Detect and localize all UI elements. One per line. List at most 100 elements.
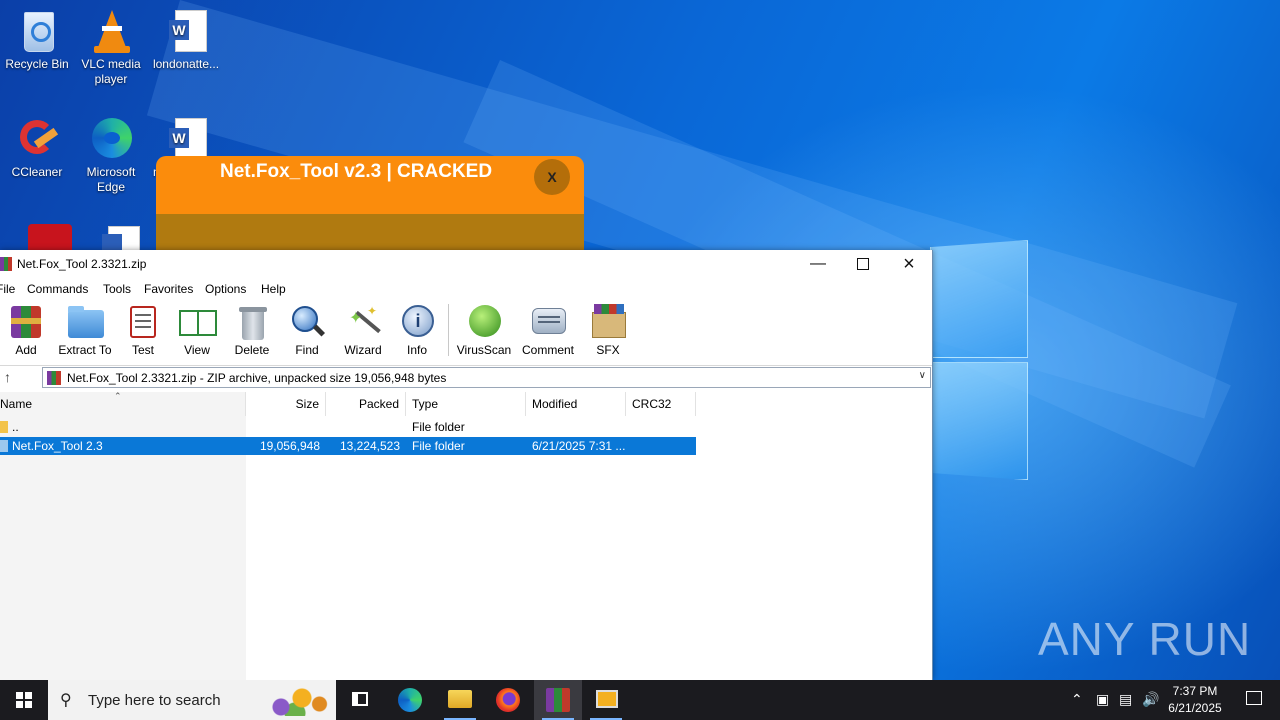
desktop-icon-recycle-bin[interactable]: Recycle Bin	[0, 8, 74, 72]
taskbar-clock[interactable]: 7:37 PM 6/21/2025	[1160, 683, 1230, 717]
column-header-size[interactable]: Size	[246, 392, 326, 416]
toolbar-label: VirusScan	[456, 343, 512, 357]
toolbar-label: Comment	[521, 343, 574, 357]
menu-commands[interactable]: Commands	[27, 282, 88, 296]
desktop-icon-vlc[interactable]: VLC media player	[74, 8, 148, 87]
notification-center-button[interactable]	[1232, 680, 1276, 720]
toolbar-label: Test	[131, 343, 154, 357]
column-header-modified[interactable]: Modified	[526, 392, 626, 416]
toolbar-comment-button[interactable]: Comment	[518, 302, 578, 357]
toolbar-virusscan-button[interactable]: VirusScan	[454, 302, 514, 357]
toolbar-label: SFX	[596, 343, 620, 357]
column-header-label: Name	[0, 397, 33, 411]
toolbar-find-button[interactable]: Find	[277, 302, 337, 357]
column-header-packed[interactable]: Packed	[326, 392, 406, 416]
meet-now-icon[interactable]: ▣	[1096, 691, 1109, 708]
toolbar-label: Wizard	[344, 343, 382, 357]
toolbar-view-button[interactable]: View	[167, 302, 227, 357]
column-header-name[interactable]: Name ⌃	[0, 391, 246, 416]
menu-file[interactable]: File	[0, 282, 15, 296]
maximize-button[interactable]	[840, 250, 886, 278]
address-bar: ↑ Net.Fox_Tool 2.3321.zip - ZIP archive,…	[0, 365, 932, 390]
magnifier-icon	[289, 304, 326, 340]
toolbar-sfx-button[interactable]: SFX	[578, 302, 638, 357]
desktop-icon-label: londonatte...	[152, 57, 220, 71]
row-name: ..	[12, 420, 19, 434]
windows-start-icon	[16, 692, 32, 708]
desktop-icon-label: CCleaner	[11, 165, 63, 179]
folder-icon	[0, 440, 8, 452]
file-list: Name ⌃ Size Packed Type Modified CRC32 .…	[0, 391, 932, 680]
row-size: 19,056,948	[259, 439, 320, 453]
column-header-type[interactable]: Type	[406, 392, 526, 416]
desktop-icon-ccleaner[interactable]: CCleaner	[0, 116, 74, 180]
column-header-crc32[interactable]: CRC32	[626, 392, 696, 416]
desktop-icon-label: VLC media player	[81, 57, 141, 86]
test-clipboard-icon	[125, 304, 161, 340]
desktop-icon-label: Microsoft Edge	[86, 165, 136, 194]
row-modified: 6/21/2025 7:31 ...	[532, 439, 626, 453]
archive-path-field[interactable]: Net.Fox_Tool 2.3321.zip - ZIP archive, u…	[42, 367, 931, 388]
search-placeholder: Type here to search	[88, 692, 221, 709]
trash-icon	[234, 304, 270, 340]
window-titlebar[interactable]: Net.Fox_Tool 2.3321.zip — ×	[0, 250, 932, 278]
toolbar-label: Info	[406, 343, 427, 357]
edge-icon	[88, 116, 134, 162]
taskbar-firefox[interactable]	[484, 680, 532, 720]
row-packed: 13,224,523	[339, 439, 400, 453]
menu-options[interactable]: Options	[205, 282, 246, 296]
row-type: File folder	[412, 439, 465, 453]
recycle-bin-icon	[14, 8, 60, 54]
edge-icon	[398, 688, 422, 712]
taskbar-winrar[interactable]	[534, 680, 582, 720]
chevron-up-icon[interactable]: ⌃	[1071, 691, 1083, 708]
taskbar-edge[interactable]	[386, 680, 434, 720]
toolbar-add-button[interactable]: Add	[0, 302, 56, 357]
toolbar-info-button[interactable]: i Info	[387, 302, 447, 357]
menu-help[interactable]: Help	[261, 282, 286, 296]
task-view-icon	[352, 692, 368, 706]
folder-icon	[0, 421, 8, 433]
menu-favorites[interactable]: Favorites	[144, 282, 193, 296]
taskbar: ⚲ Type here to search ⌃ ▣ ▤ 🔊 7:37 PM 6/…	[0, 680, 1280, 720]
toolbar: Add Extract To Test View Delete Find ✦ ✦…	[0, 302, 932, 360]
toolbar-extract-button[interactable]: Extract To	[54, 302, 116, 357]
close-button[interactable]: ×	[886, 250, 932, 278]
toolbar-test-button[interactable]: Test	[113, 302, 173, 357]
volume-icon[interactable]: 🔊	[1142, 691, 1159, 708]
taskbar-search-box[interactable]: ⚲ Type here to search	[48, 680, 336, 720]
toolbar-label: Extract To	[58, 343, 112, 357]
taskbar-file-explorer[interactable]	[436, 680, 484, 720]
zip-archive-icon	[47, 371, 61, 385]
task-view-button[interactable]	[336, 680, 384, 720]
table-row-selected[interactable]: Net.Fox_Tool 2.3 19,056,948 13,224,523 F…	[0, 437, 696, 455]
firefox-icon	[496, 688, 520, 712]
clock-time: 7:37 PM	[1172, 684, 1218, 698]
toolbar-separator	[448, 304, 449, 356]
winrar-window: Net.Fox_Tool 2.3321.zip — × File Command…	[0, 250, 933, 680]
desktop-icon-word-doc[interactable]: W londonatte...	[149, 8, 223, 72]
row-type: File folder	[412, 420, 465, 434]
toolbar-label: Find	[295, 343, 319, 357]
table-row[interactable]: .. File folder	[0, 418, 696, 436]
clock-date: 6/21/2025	[1168, 701, 1222, 715]
toolbar-wizard-button[interactable]: ✦ ✦ Wizard	[333, 302, 393, 357]
network-icon[interactable]: ▤	[1119, 691, 1132, 708]
popup-close-button[interactable]: X	[534, 159, 570, 195]
virus-scan-icon	[466, 304, 502, 340]
start-button[interactable]	[0, 680, 48, 720]
close-icon: ×	[903, 253, 915, 275]
minimize-button[interactable]: —	[795, 250, 841, 278]
toolbar-delete-button[interactable]: Delete	[222, 302, 282, 357]
winrar-icon	[0, 257, 12, 271]
menu-tools[interactable]: Tools	[103, 282, 131, 296]
chevron-down-icon[interactable]: ∨	[919, 370, 926, 381]
wand-icon: ✦ ✦	[345, 304, 381, 340]
desktop-icon-label: Recycle Bin	[5, 57, 69, 71]
vlc-icon	[88, 8, 134, 54]
up-arrow-icon[interactable]: ↑	[4, 369, 11, 385]
taskbar-app-window[interactable]	[582, 680, 630, 720]
popup-title: Net.Fox_Tool v2.3 | CRACKED	[220, 161, 493, 182]
desktop-icon-edge[interactable]: Microsoft Edge	[74, 116, 148, 195]
toolbar-label: Delete	[234, 343, 270, 357]
